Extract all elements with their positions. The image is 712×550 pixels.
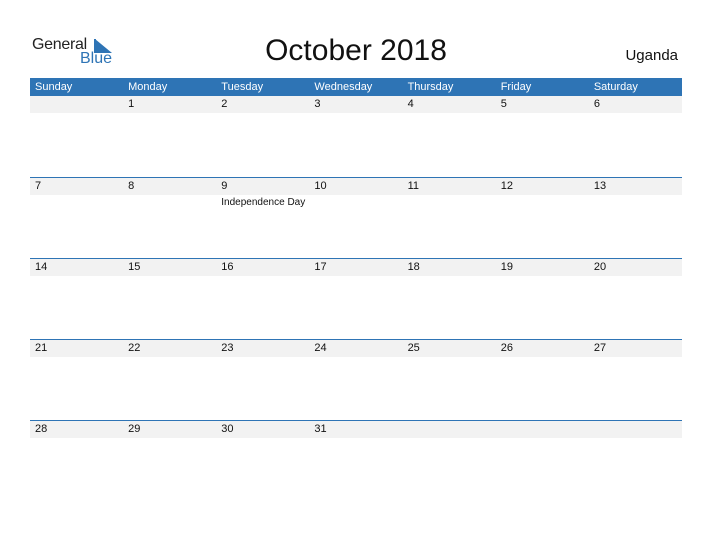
events-strip [30,276,682,278]
day-event [123,357,216,359]
day-event [30,276,123,278]
day-event [216,357,309,359]
day-number: 23 [221,342,234,354]
day-event [309,438,402,440]
day-number: 20 [593,261,607,273]
calendar-grid: Sunday Monday Tuesday Wednesday Thursday… [30,78,682,501]
day-number [30,96,123,113]
day-event [309,276,402,278]
weekday-friday: Friday [500,81,532,93]
day-event [496,438,589,440]
day-number: 7 [35,180,42,192]
weekday-thursday: Thursday [407,81,454,93]
day-event [496,195,589,208]
day-number-strip: 28 29 30 31 [30,421,682,438]
events-strip: Independence Day [30,195,682,208]
day-event [30,357,123,359]
day-number: 21 [35,342,48,354]
day-number: 6 [593,98,600,110]
day-number: 25 [407,342,420,354]
day-number: 17 [314,261,327,273]
week-row: 7 8 9 10 11 12 13 Independence Day [30,177,682,258]
day-event [496,113,589,115]
day-event [589,357,682,359]
day-number-strip: 7 8 9 10 11 12 13 [30,178,682,195]
day-number-strip: 14 15 16 17 18 19 20 [30,259,682,276]
day-number: 13 [593,180,607,192]
events-strip [30,113,682,115]
day-number: 28 [35,423,48,435]
week-row: 14 15 16 17 18 19 20 [30,258,682,339]
day-number: 16 [221,261,234,273]
day-number: 29 [128,423,141,435]
weekday-saturday: Saturday [593,81,638,93]
day-number: 5 [500,98,507,110]
day-event [216,438,309,440]
day-event [123,195,216,208]
weekday-monday: Monday [128,81,168,93]
day-number: 22 [128,342,141,354]
day-number-strip: 21 22 23 24 25 26 27 [30,340,682,357]
day-event [403,357,496,359]
day-event [309,357,402,359]
page-title: October 2018 [265,34,447,67]
day-event [496,357,589,359]
day-number: 31 [314,423,327,435]
day-number: 11 [407,180,419,192]
day-number: 27 [593,342,607,354]
day-number: 9 [221,180,228,192]
week-row: 28 29 30 31 [30,420,682,501]
day-event [589,195,682,208]
day-number [402,421,496,438]
day-number [588,421,682,438]
weekday-sunday: Sunday [35,81,73,93]
weekday-wednesday: Wednesday [314,81,373,93]
day-number: 18 [407,261,420,273]
day-event [30,195,123,208]
events-strip [30,438,682,440]
day-number: 8 [128,180,135,192]
day-number-strip: 1 2 3 4 5 6 [30,96,682,113]
day-event [403,438,496,440]
day-event [30,113,123,115]
day-number: 12 [500,180,513,192]
week-row: 1 2 3 4 5 6 [30,96,682,177]
events-strip [30,357,682,359]
day-number: 26 [500,342,513,354]
day-event [403,276,496,278]
day-event [403,113,496,115]
country-label: Uganda [625,47,678,64]
week-row: 21 22 23 24 25 26 27 [30,339,682,420]
day-number: 15 [128,261,141,273]
weekday-tuesday: Tuesday [221,81,264,93]
day-event [496,276,589,278]
day-event [123,438,216,440]
day-number: 14 [35,261,48,273]
day-number: 4 [407,98,414,110]
day-number: 30 [221,423,234,435]
day-event [309,195,402,208]
day-number: 1 [128,98,135,110]
day-event [30,438,123,440]
day-number: 2 [221,98,228,110]
day-event [309,113,402,115]
day-event [123,113,216,115]
day-event [216,276,309,278]
day-number [495,421,589,438]
day-number: 3 [314,98,321,110]
day-event [589,438,682,440]
day-event: Independence Day [221,197,306,208]
day-number: 19 [500,261,513,273]
day-event [216,113,309,115]
day-number: 10 [314,180,327,192]
day-number: 24 [314,342,327,354]
day-event [589,113,682,115]
day-event [123,276,216,278]
weekday-header: Sunday Monday Tuesday Wednesday Thursday… [30,78,682,96]
day-event [589,276,682,278]
day-event [403,195,496,208]
